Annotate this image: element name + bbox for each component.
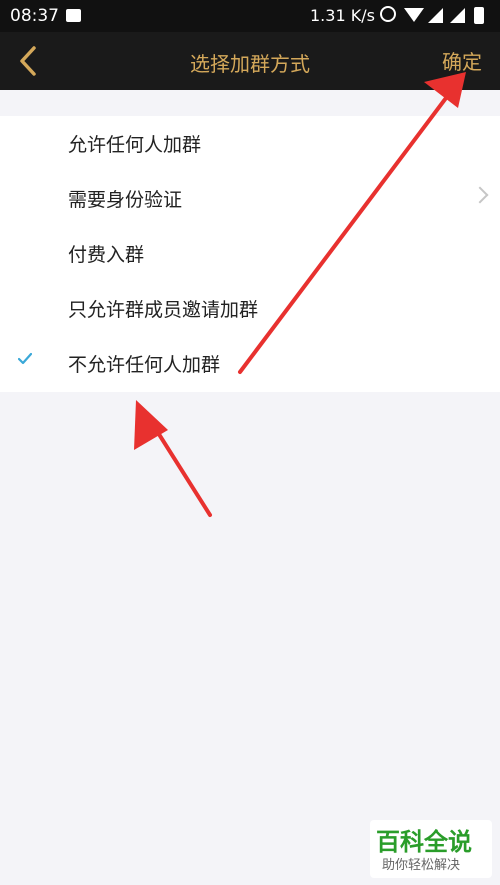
- navigation-bar: 选择加群方式 确定: [0, 32, 500, 90]
- signal-icon-2: [450, 8, 465, 23]
- option-require-verification[interactable]: 需要身份验证: [0, 171, 500, 226]
- status-bar: 08:37 1.31 K/s: [0, 0, 500, 32]
- status-time: 08:37: [10, 6, 59, 26]
- watermark-logo: 百科全说 助你轻松解决: [370, 820, 492, 878]
- chevron-right-icon: [471, 186, 489, 204]
- checkmark-icon: [18, 352, 32, 365]
- battery-icon: [474, 7, 484, 24]
- option-label: 付费入群: [68, 244, 145, 266]
- confirm-button[interactable]: 确定: [442, 46, 482, 75]
- watermark-title: 百科全说: [376, 828, 472, 856]
- annotation-arrowhead-option: [134, 400, 168, 450]
- network-speed: 1.31 K/s: [310, 6, 375, 25]
- option-label: 不允许任何人加群: [68, 354, 221, 376]
- image-notification-icon: [66, 9, 81, 22]
- option-allow-anyone[interactable]: 允许任何人加群: [0, 116, 500, 171]
- annotation-arrow-to-option: [148, 418, 212, 517]
- join-method-options: 允许任何人加群 需要身份验证 付费入群 只允许群成员邀请加群 不允许任何人加群: [0, 116, 500, 392]
- signal-icon: [428, 8, 443, 23]
- page-title: 选择加群方式: [190, 52, 310, 76]
- option-label: 需要身份验证: [68, 189, 183, 211]
- option-members-invite-only[interactable]: 只允许群成员邀请加群: [0, 281, 500, 336]
- option-label: 允许任何人加群: [68, 134, 202, 156]
- watermark-subtitle: 助你轻松解决: [382, 858, 461, 873]
- alarm-icon: [380, 6, 396, 22]
- option-label: 只允许群成员邀请加群: [68, 299, 259, 321]
- option-disallow-anyone[interactable]: 不允许任何人加群: [0, 336, 500, 391]
- option-paid-join[interactable]: 付费入群: [0, 226, 500, 281]
- wifi-icon: [404, 8, 424, 22]
